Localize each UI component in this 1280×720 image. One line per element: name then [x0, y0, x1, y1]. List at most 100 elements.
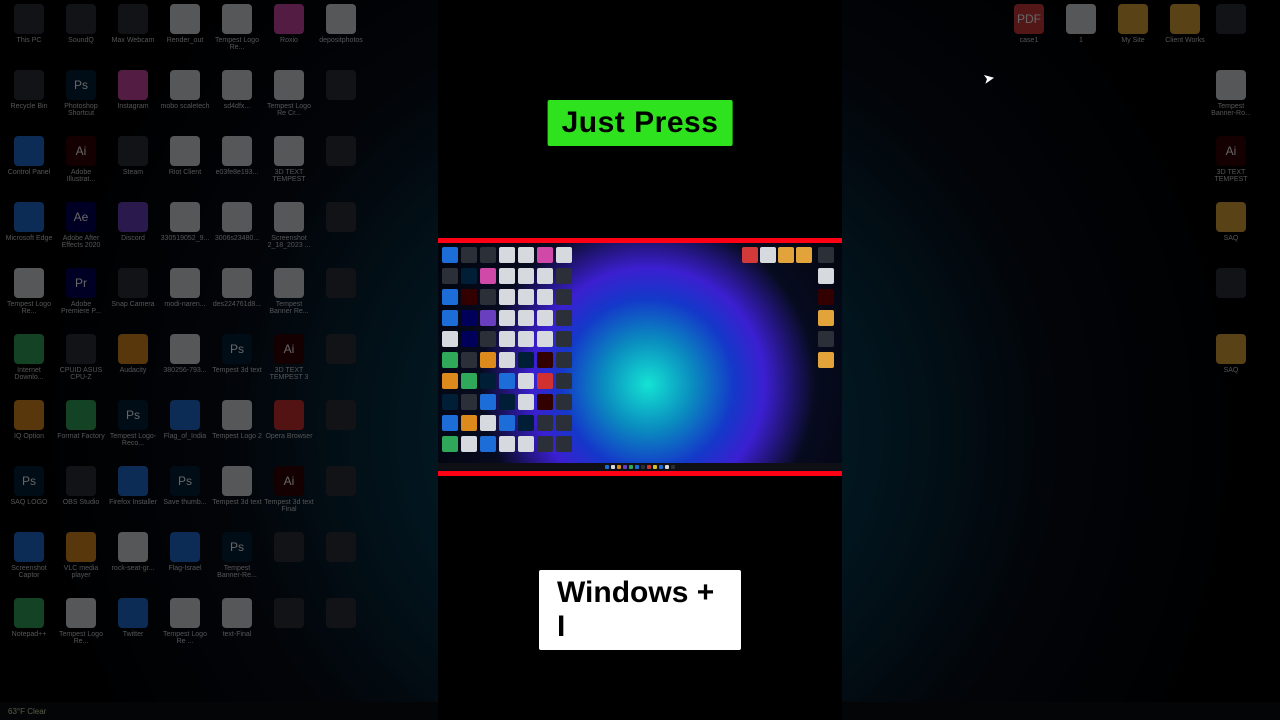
mini-icon — [556, 352, 572, 368]
desktop-icon[interactable]: Render_out — [160, 4, 210, 68]
embedded-screenshot — [438, 238, 842, 476]
desktop-icon[interactable]: PDFcase1 — [1004, 4, 1054, 68]
desktop-icon[interactable] — [264, 532, 314, 596]
desktop-icon[interactable]: depositphotos — [316, 4, 366, 68]
desktop-icon[interactable]: PsSAQ LOGO — [4, 466, 54, 530]
desktop-icon[interactable]: CPUID ASUS CPU-Z — [56, 334, 106, 398]
desktop-icon[interactable]: OBS Studio — [56, 466, 106, 530]
desktop-icon[interactable] — [316, 598, 366, 662]
desktop-icon[interactable]: Tempest Logo Re... — [212, 4, 262, 68]
desktop-icon[interactable] — [264, 598, 314, 662]
desktop-icon[interactable]: IQ Option — [4, 400, 54, 464]
desktop-icon[interactable]: Screenshot Captor — [4, 532, 54, 596]
mini-icon — [442, 373, 458, 389]
taskbar-weather[interactable]: 63°F Clear — [8, 707, 46, 716]
desktop-icon[interactable]: rock-seat-gr... — [108, 532, 158, 596]
desktop-icon[interactable]: Opera Browser — [264, 400, 314, 464]
desktop-icon[interactable]: SAQ — [1206, 334, 1256, 398]
desktop-icon[interactable]: My Site — [1108, 4, 1158, 68]
desktop-icon[interactable]: Tempest Logo Re... — [4, 268, 54, 332]
desktop-icon[interactable]: Snap Camera — [108, 268, 158, 332]
desktop-icon[interactable]: PrAdobe Premiere P... — [56, 268, 106, 332]
desktop-icon[interactable]: Flag_of_India — [160, 400, 210, 464]
desktop-icon[interactable]: Format Factory — [56, 400, 106, 464]
desktop-icon[interactable]: Tempest 3d text — [212, 466, 262, 530]
desktop-icon[interactable]: SoundQ — [56, 4, 106, 68]
desktop-icon[interactable]: Tempest Banner-Ro... — [1206, 70, 1256, 134]
desktop-icon[interactable] — [316, 136, 366, 200]
desktop-icon[interactable]: Audacity — [108, 334, 158, 398]
desktop-icon[interactable] — [316, 334, 366, 398]
desktop-icon[interactable]: Screenshot 2_18_2023 ... — [264, 202, 314, 266]
desktop-icon[interactable]: Client Works — [1160, 4, 1210, 68]
desktop-icon[interactable]: Riot Client — [160, 136, 210, 200]
desktop-icon[interactable]: This PC — [4, 4, 54, 68]
desktop-icon[interactable]: Microsoft Edge — [4, 202, 54, 266]
desktop-icon[interactable]: Control Panel — [4, 136, 54, 200]
mini-icon — [537, 268, 553, 284]
mini-icon — [518, 268, 534, 284]
desktop-icon[interactable]: Tempest Logo Re ... — [160, 598, 210, 662]
app-icon — [222, 466, 252, 496]
desktop-icon[interactable]: 3D TEXT TEMPEST — [264, 136, 314, 200]
desktop-icon[interactable]: 1 — [1056, 4, 1106, 68]
desktop-icon[interactable]: Steam — [108, 136, 158, 200]
highlight-bar-top — [438, 238, 842, 243]
desktop-icon[interactable]: Tempest Logo 2 — [212, 400, 262, 464]
desktop-icon[interactable]: PsTempest 3d text — [212, 334, 262, 398]
desktop-icon[interactable]: des224761d8... — [212, 268, 262, 332]
mini-icon — [556, 394, 572, 410]
app-icon: Ai — [66, 136, 96, 166]
desktop-icon[interactable] — [316, 400, 366, 464]
mini-task-icon — [617, 465, 621, 469]
desktop-icon[interactable]: e03fe8e193... — [212, 136, 262, 200]
desktop-icon[interactable]: Recycle Bin — [4, 70, 54, 134]
desktop-icon[interactable]: Discord — [108, 202, 158, 266]
desktop-icon[interactable] — [316, 532, 366, 596]
mini-icon — [480, 268, 496, 284]
app-icon — [66, 4, 96, 34]
desktop-icon[interactable]: text-Final — [212, 598, 262, 662]
desktop-icon[interactable] — [316, 202, 366, 266]
app-icon — [170, 532, 200, 562]
desktop-icon[interactable]: Flag-Israel — [160, 532, 210, 596]
desktop-icon[interactable]: modi-naren... — [160, 268, 210, 332]
desktop-icon[interactable]: AeAdobe After Effects 2020 — [56, 202, 106, 266]
icon-label: case1 — [1020, 37, 1039, 44]
desktop-icon[interactable] — [1206, 268, 1256, 332]
desktop-icon[interactable]: sd4dfx... — [212, 70, 262, 134]
desktop-icon[interactable]: 330519052_9... — [160, 202, 210, 266]
desktop-icon[interactable]: 3006s23480... — [212, 202, 262, 266]
mini-task-icon — [671, 465, 675, 469]
desktop-icon[interactable]: mobo scaletech — [160, 70, 210, 134]
desktop-icon[interactable]: PsPhotoshop Shortcut — [56, 70, 106, 134]
desktop-icon[interactable]: Max Webcam — [108, 4, 158, 68]
desktop-icon[interactable]: PsTempest Logo-Reco... — [108, 400, 158, 464]
desktop-icon[interactable]: Tempest Logo Re... — [56, 598, 106, 662]
mini-icon — [461, 331, 477, 347]
desktop-icon[interactable]: VLC media player — [56, 532, 106, 596]
desktop-icon[interactable]: Tempest Banner Re... — [264, 268, 314, 332]
desktop-icon[interactable]: Twitter — [108, 598, 158, 662]
desktop-icon[interactable] — [1206, 4, 1256, 68]
desktop-icon[interactable]: Tempest Logo Re Cr... — [264, 70, 314, 134]
desktop-icon[interactable]: Firefox Installer — [108, 466, 158, 530]
desktop-icon[interactable]: Internet Downlo... — [4, 334, 54, 398]
desktop-icon[interactable] — [316, 268, 366, 332]
desktop-icon[interactable]: 380256-793... — [160, 334, 210, 398]
desktop-icon[interactable]: AiAdobe Illustrat... — [56, 136, 106, 200]
desktop-icon[interactable]: SAQ — [1206, 202, 1256, 266]
desktop-icon[interactable]: PsSave thumb... — [160, 466, 210, 530]
desktop-icon[interactable]: Notepad++ — [4, 598, 54, 662]
desktop-icon[interactable]: Ai3D TEXT TEMPEST 3 — [264, 334, 314, 398]
desktop-icon[interactable]: Instagram — [108, 70, 158, 134]
icon-label: 330519052_9... — [161, 235, 210, 242]
desktop-icon[interactable] — [316, 466, 366, 530]
app-icon: Ai — [274, 334, 304, 364]
desktop-icon[interactable]: AiTempest 3d text Final — [264, 466, 314, 530]
desktop-icon[interactable]: Roxio — [264, 4, 314, 68]
icon-label: Max Webcam — [112, 37, 155, 44]
desktop-icon[interactable] — [316, 70, 366, 134]
desktop-icon[interactable]: Ai3D TEXT TEMPEST — [1206, 136, 1256, 200]
desktop-icon[interactable]: PsTempest Banner-Re... — [212, 532, 262, 596]
